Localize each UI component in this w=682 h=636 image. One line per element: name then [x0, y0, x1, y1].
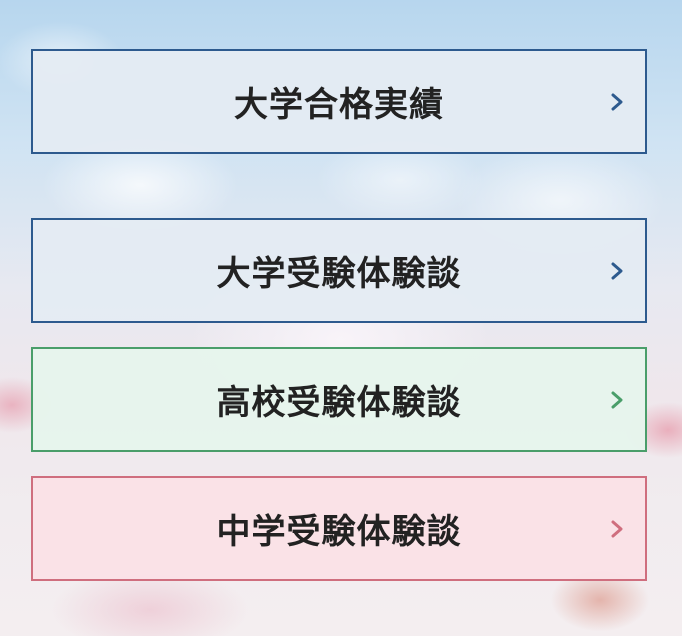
- high-school-exam-stories-label: 高校受験体験談: [216, 383, 462, 423]
- chevron-right-icon: [611, 520, 623, 537]
- university-results-label: 大学合格実績: [234, 85, 444, 125]
- high-school-exam-stories-button[interactable]: 高校受験体験談: [31, 347, 647, 452]
- chevron-right-icon: [611, 262, 623, 279]
- junior-high-exam-stories-label: 中学受験体験談: [216, 512, 462, 552]
- university-results-button[interactable]: 大学合格実績: [31, 49, 647, 154]
- university-exam-stories-label: 大学受験体験談: [216, 254, 462, 294]
- university-exam-stories-button[interactable]: 大学受験体験談: [31, 218, 647, 323]
- chevron-right-icon: [611, 93, 623, 110]
- chevron-right-icon: [611, 391, 623, 408]
- junior-high-exam-stories-button[interactable]: 中学受験体験談: [31, 476, 647, 581]
